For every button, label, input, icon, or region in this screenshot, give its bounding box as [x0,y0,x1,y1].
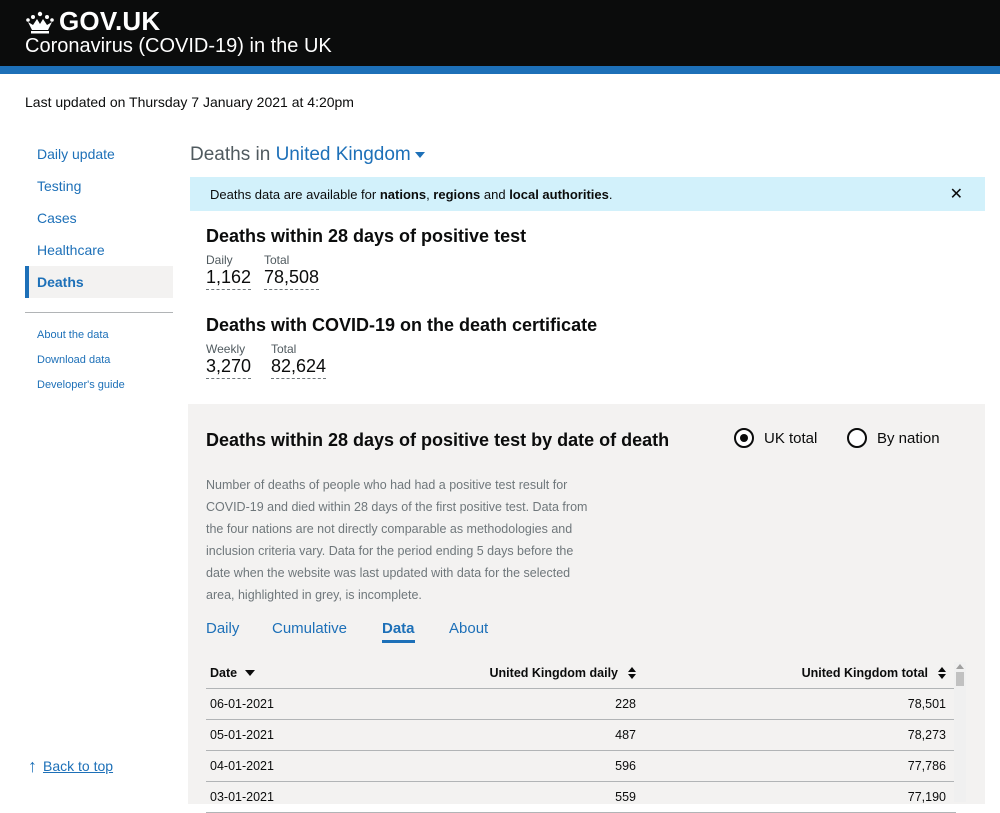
metric-total-deaths: Total 78,508 [264,253,320,290]
radio-label: UK total [764,429,818,447]
sidebar-link-developers-guide[interactable]: Developer's guide [25,373,173,398]
sidebar-divider [25,312,173,313]
headline-title-death-certificate: Deaths with COVID-19 on the death certif… [206,315,598,335]
metric-value[interactable]: 3,270 [206,356,252,379]
metric-label: Total [264,253,290,267]
close-icon[interactable]: ✕ [950,184,963,204]
cell-total: 78,501 [907,697,946,711]
column-header-label: Date [210,666,238,680]
cell-total: 77,190 [907,790,946,804]
scrollbar-thumb[interactable] [956,672,964,686]
cell-date: 03-01-2021 [210,790,274,804]
column-header-uk-daily[interactable]: United Kingdom daily [490,666,636,680]
card-description: Number of deaths of people who had had a… [206,478,588,602]
caret-down-icon [414,151,425,158]
sidebar-item-cases[interactable]: Cases [25,202,173,234]
site-header: GOV.UK Coronavirus (COVID-19) in the UK [0,0,1000,66]
table-row: 04-01-2021 596 77,786 [206,751,956,782]
cell-date: 05-01-2021 [210,728,274,742]
radio-uk-total[interactable]: UK total [734,428,817,448]
deaths-by-date-card: Deaths within 28 days of positive test b… [188,404,985,813]
sort-descending-icon [245,670,256,676]
data-availability-notice: Deaths data are available for nations, r… [190,177,985,211]
notice-link-regions[interactable]: regions [433,187,480,202]
cell-date: 04-01-2021 [210,759,274,773]
column-header-date[interactable]: Date [210,666,256,680]
column-header-label: United Kingdom total [801,666,928,680]
radio-selected-icon [734,428,754,448]
page-title: Deaths in United Kingdom [190,144,425,166]
sort-icon [628,667,636,679]
sidebar-nav: Daily update Testing Cases Healthcare De… [25,138,173,398]
page-title-prefix: Deaths in [190,144,271,165]
location-selector[interactable]: United Kingdom [276,144,425,165]
location-label: United Kingdom [275,144,411,165]
data-table: Date United Kingdom daily United Kingdom… [206,660,956,813]
sidebar-item-daily-update[interactable]: Daily update [25,138,173,170]
radio-unselected-icon [847,428,867,448]
logo-text: GOV.UK [59,6,161,36]
back-to-top-label: Back to top [43,758,114,774]
metric-value[interactable]: 1,162 [206,267,252,290]
metric-label: Total [271,342,297,356]
column-header-uk-total[interactable]: United Kingdom total [802,666,946,680]
tab-daily[interactable]: Daily [206,620,239,640]
tab-data[interactable]: Data [382,620,415,643]
arrow-up-icon: ↑ [28,756,37,776]
metric-label: Weekly [206,342,246,356]
metric-label: Daily [206,253,233,267]
radio-label: By nation [877,429,940,447]
notice-text: Deaths data are available for nations, r… [210,187,613,202]
sort-icon [938,667,946,679]
table-row: 03-01-2021 559 77,190 [206,782,956,813]
cell-total: 78,273 [907,728,946,742]
column-header-label: United Kingdom daily [489,666,618,680]
cell-daily: 596 [615,759,636,773]
cell-daily: 228 [615,697,636,711]
notice-text-part: . [608,187,613,202]
notice-text-part: Deaths data are available for [210,187,380,202]
sidebar-item-healthcare[interactable]: Healthcare [25,234,173,266]
notice-link-local-authorities[interactable]: local authorities [509,187,609,202]
cell-total: 77,786 [907,759,946,773]
header-stripe [0,66,1000,74]
scroll-up-icon[interactable] [956,664,964,669]
headline-title-28-days: Deaths within 28 days of positive test [206,226,527,246]
card-title: Deaths within 28 days of positive test b… [206,430,670,450]
sidebar-link-about-data[interactable]: About the data [25,323,173,348]
metric-weekly-deaths: Weekly 3,270 [206,342,252,379]
metric-daily-deaths: Daily 1,162 [206,253,252,290]
tab-about[interactable]: About [449,620,488,640]
tab-cumulative[interactable]: Cumulative [272,620,347,640]
service-name[interactable]: Coronavirus (COVID-19) in the UK [25,35,332,58]
cell-daily: 559 [615,790,636,804]
cell-date: 06-01-2021 [210,697,274,711]
radio-by-nation[interactable]: By nation [847,428,940,448]
table-header: Date United Kingdom daily United Kingdom… [206,660,956,689]
govuk-logo[interactable]: GOV.UK [25,6,160,37]
table-scrollbar[interactable] [954,662,966,802]
notice-text-part: and [480,187,510,202]
metric-value[interactable]: 78,508 [264,267,320,290]
last-updated-text: Last updated on Thursday 7 January 2021 … [25,94,354,110]
back-to-top-link[interactable]: ↑ Back to top [28,756,114,776]
cell-daily: 487 [615,728,636,742]
metric-total-certificate-deaths: Total 82,624 [271,342,327,379]
sidebar-item-deaths[interactable]: Deaths [25,266,173,298]
sidebar-link-download-data[interactable]: Download data [25,348,173,373]
table-row: 06-01-2021 228 78,501 [206,689,956,720]
sidebar-item-testing[interactable]: Testing [25,170,173,202]
notice-link-nations[interactable]: nations [380,187,426,202]
metric-value[interactable]: 82,624 [271,356,327,379]
crown-icon [26,11,54,33]
table-row: 05-01-2021 487 78,273 [206,720,956,751]
